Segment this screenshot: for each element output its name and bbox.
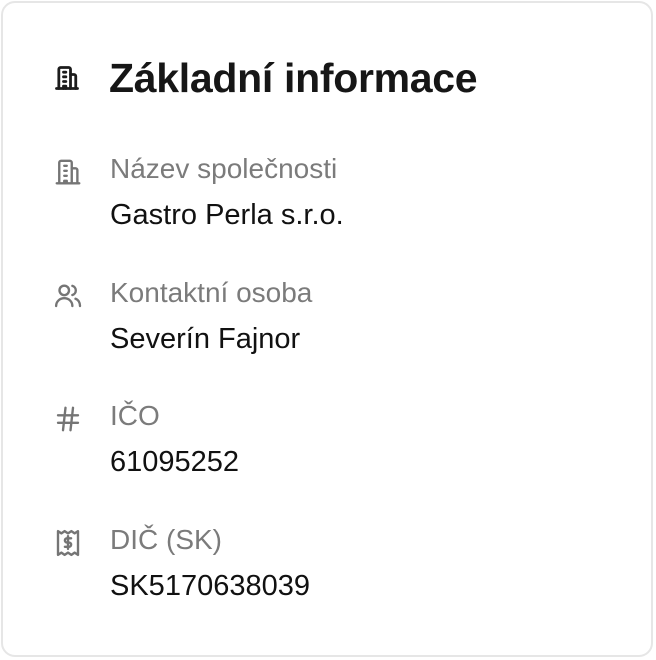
field-value: 61095252 xyxy=(110,446,240,478)
card-header: Základní informace xyxy=(53,51,478,105)
field-label: Kontaktní osoba xyxy=(110,277,313,308)
hash-icon xyxy=(53,404,83,434)
page-title: Základní informace xyxy=(109,54,478,101)
field-company-name: Název společnosti Gastro Perla s.r.o. xyxy=(53,153,613,233)
field-dic: DIČ (SK) SK5170638039 xyxy=(53,524,613,604)
field-ico: IČO 61095252 xyxy=(53,400,613,480)
field-value: SK5170638039 xyxy=(110,570,310,602)
field-label: DIČ (SK) xyxy=(110,524,222,555)
field-contact-person: Kontaktní osoba Severín Fajnor xyxy=(53,277,613,357)
field-label: Název společnosti xyxy=(110,153,338,184)
receipt-icon xyxy=(53,528,83,558)
users-icon xyxy=(53,281,83,311)
building-icon xyxy=(53,157,83,187)
field-value: Severín Fajnor xyxy=(110,323,301,355)
building-icon xyxy=(53,64,81,92)
field-value: Gastro Perla s.r.o. xyxy=(110,199,344,231)
field-label: IČO xyxy=(110,400,160,431)
basic-info-card: Základní informace Název společnosti Gas… xyxy=(1,1,653,657)
